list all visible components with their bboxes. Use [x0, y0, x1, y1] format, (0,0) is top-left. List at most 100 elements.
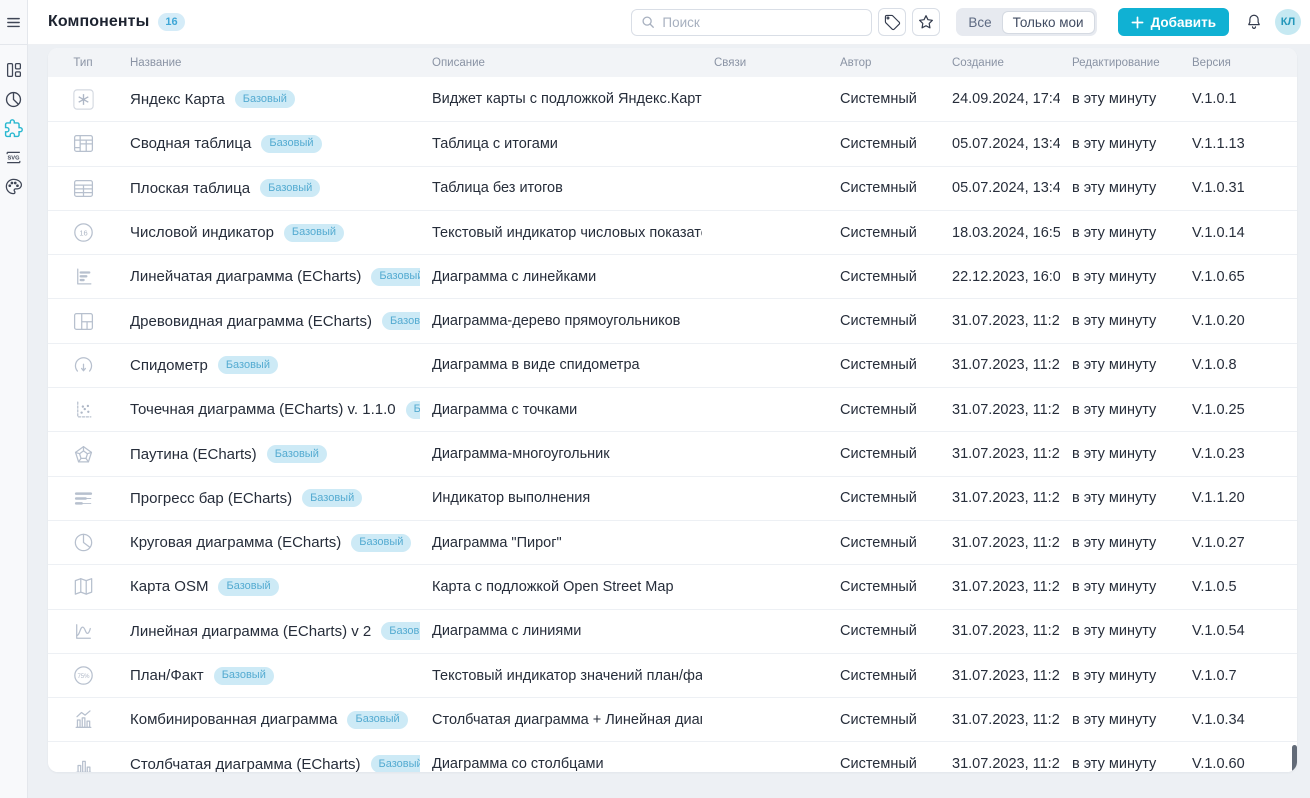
component-version: V.1.0.25	[1180, 402, 1297, 418]
component-created: 31.07.2023, 11:27	[940, 402, 1060, 418]
pie-chart-icon[interactable]	[4, 89, 24, 109]
component-description: Диаграмма-дерево прямоугольников	[420, 313, 702, 329]
table-row[interactable]: Круговая диаграмма (ECharts) Базовый Диа…	[48, 520, 1297, 564]
component-name: Сводная таблица	[130, 135, 251, 152]
search-box[interactable]	[631, 9, 872, 36]
sidebar: SVG	[0, 0, 28, 798]
add-button[interactable]: Добавить	[1118, 8, 1229, 36]
plus-icon	[1131, 16, 1144, 29]
table-row[interactable]: Карта OSM Базовый Карта с подложкой Open…	[48, 564, 1297, 608]
component-author: Системный	[828, 136, 940, 152]
components-puzzle-icon[interactable]	[4, 118, 24, 138]
component-type-icon	[71, 575, 95, 599]
add-button-label: Добавить	[1151, 15, 1216, 30]
component-name: Линейная диаграмма (ECharts) v 2	[130, 623, 371, 640]
component-description: Диаграмма-многоугольник	[420, 446, 702, 462]
component-author: Системный	[828, 313, 940, 329]
palette-icon[interactable]	[4, 176, 24, 196]
component-author: Системный	[828, 490, 940, 506]
ownership-filter: Все Только мои	[956, 8, 1096, 36]
table-row[interactable]: Комбинированная диаграмма Базовый Столбч…	[48, 697, 1297, 741]
component-version: V.1.1.20	[1180, 490, 1297, 506]
component-author: Системный	[828, 357, 940, 373]
table-row[interactable]: Плоская таблица Базовый Таблица без итог…	[48, 166, 1297, 210]
component-type-icon	[71, 708, 95, 732]
table-row[interactable]: Спидометр Базовый Диаграмма в виде спидо…	[48, 343, 1297, 387]
component-edited: в эту минуту	[1060, 579, 1180, 595]
component-edited: в эту минуту	[1060, 91, 1180, 107]
component-edited: в эту минуту	[1060, 623, 1180, 639]
table-row[interactable]: Древовидная диаграмма (ECharts) Базовый …	[48, 298, 1297, 342]
component-version: V.1.0.20	[1180, 313, 1297, 329]
filter-all-option[interactable]: Все	[958, 12, 1001, 33]
svg-icon[interactable]: SVG	[4, 147, 24, 167]
component-name: Линейчатая диаграмма (ECharts)	[130, 268, 361, 285]
table-row[interactable]: Паутина (ECharts) Базовый Диаграмма-мног…	[48, 431, 1297, 475]
component-description: Диаграмма в виде спидометра	[420, 357, 702, 373]
component-name: Древовидная диаграмма (ECharts)	[130, 313, 372, 330]
component-type-icon: 75%	[71, 664, 95, 688]
favorites-filter-button[interactable]	[912, 8, 940, 36]
component-name: Яндекс Карта	[130, 91, 225, 108]
component-name: Комбинированная диаграмма	[130, 711, 337, 728]
table-row[interactable]: Столбчатая диаграмма (ECharts) Базовый Д…	[48, 741, 1297, 772]
column-header-desc[interactable]: Описание	[420, 57, 702, 69]
component-name: Карта OSM	[130, 578, 208, 595]
table-row[interactable]: Линейная диаграмма (ECharts) v 2 Базовый…	[48, 609, 1297, 653]
component-type-icon	[71, 132, 95, 156]
base-badge: Базовый	[406, 401, 420, 419]
component-description: Диаграмма "Пирог"	[420, 535, 702, 551]
notifications-button[interactable]	[1245, 13, 1263, 31]
component-created: 31.07.2023, 11:27	[940, 535, 1060, 551]
column-header-created[interactable]: Создание	[940, 57, 1060, 69]
star-icon	[920, 16, 933, 28]
component-type-icon	[71, 176, 95, 200]
component-name: Паутина (ECharts)	[130, 446, 257, 463]
component-description: Диаграмма со столбцами	[420, 756, 702, 772]
table-row[interactable]: Прогресс бар (ECharts) Базовый Индикатор…	[48, 476, 1297, 520]
component-created: 31.07.2023, 11:27	[940, 490, 1060, 506]
table-row[interactable]: Линейчатая диаграмма (ECharts) Базовый Д…	[48, 254, 1297, 298]
search-input[interactable]	[662, 15, 862, 30]
component-version: V.1.0.23	[1180, 446, 1297, 462]
table-row[interactable]: Точечная диаграмма (ECharts) v. 1.1.0 Ба…	[48, 387, 1297, 431]
table-row[interactable]: Сводная таблица Базовый Таблица с итогам…	[48, 121, 1297, 165]
table-row[interactable]: Яндекс Карта Базовый Виджет карты с подл…	[48, 77, 1297, 121]
component-type-icon	[71, 442, 95, 466]
component-author: Системный	[828, 623, 940, 639]
component-description: Таблица с итогами	[420, 136, 702, 152]
component-version: V.1.0.5	[1180, 579, 1297, 595]
base-badge: Базовый	[284, 224, 344, 242]
svg-text:SVG: SVG	[7, 155, 20, 161]
component-description: Столбчатая диаграмма + Линейная диаграмм…	[420, 712, 702, 728]
column-header-edited[interactable]: Редактирование	[1060, 57, 1180, 69]
component-edited: в эту минуту	[1060, 269, 1180, 285]
column-header-links[interactable]: Связи	[702, 57, 828, 69]
component-edited: в эту минуту	[1060, 712, 1180, 728]
dashboards-icon[interactable]	[4, 60, 24, 80]
table-row[interactable]: 75% План/Факт Базовый Текстовый индикато…	[48, 653, 1297, 697]
component-description: Виджет карты с подложкой Яндекс.Карта	[420, 91, 702, 107]
menu-icon[interactable]	[4, 12, 24, 32]
column-header-name[interactable]: Название	[118, 57, 420, 69]
base-badge: Базовый	[218, 578, 278, 596]
component-type-icon	[71, 531, 95, 555]
component-name: Числовой индикатор	[130, 224, 274, 241]
column-header-author[interactable]: Автор	[828, 57, 940, 69]
component-description: Карта с подложкой Open Street Map	[420, 579, 702, 595]
component-type-icon	[71, 87, 95, 111]
component-type-icon	[71, 309, 95, 333]
column-header-version[interactable]: Версия	[1180, 57, 1297, 69]
bell-icon	[1249, 15, 1260, 24]
component-author: Системный	[828, 269, 940, 285]
component-version: V.1.1.13	[1180, 136, 1297, 152]
avatar[interactable]: КЛ	[1275, 9, 1301, 35]
tags-filter-button[interactable]	[878, 8, 906, 36]
vertical-scrollbar[interactable]	[1292, 745, 1297, 772]
component-edited: в эту минуту	[1060, 490, 1180, 506]
table-row[interactable]: 16 Числовой индикатор Базовый Текстовый …	[48, 210, 1297, 254]
column-header-type[interactable]: Тип	[48, 57, 118, 69]
component-type-icon	[71, 752, 95, 772]
component-created: 31.07.2023, 11:27	[940, 668, 1060, 684]
filter-mine-option[interactable]: Только мои	[1002, 11, 1095, 34]
